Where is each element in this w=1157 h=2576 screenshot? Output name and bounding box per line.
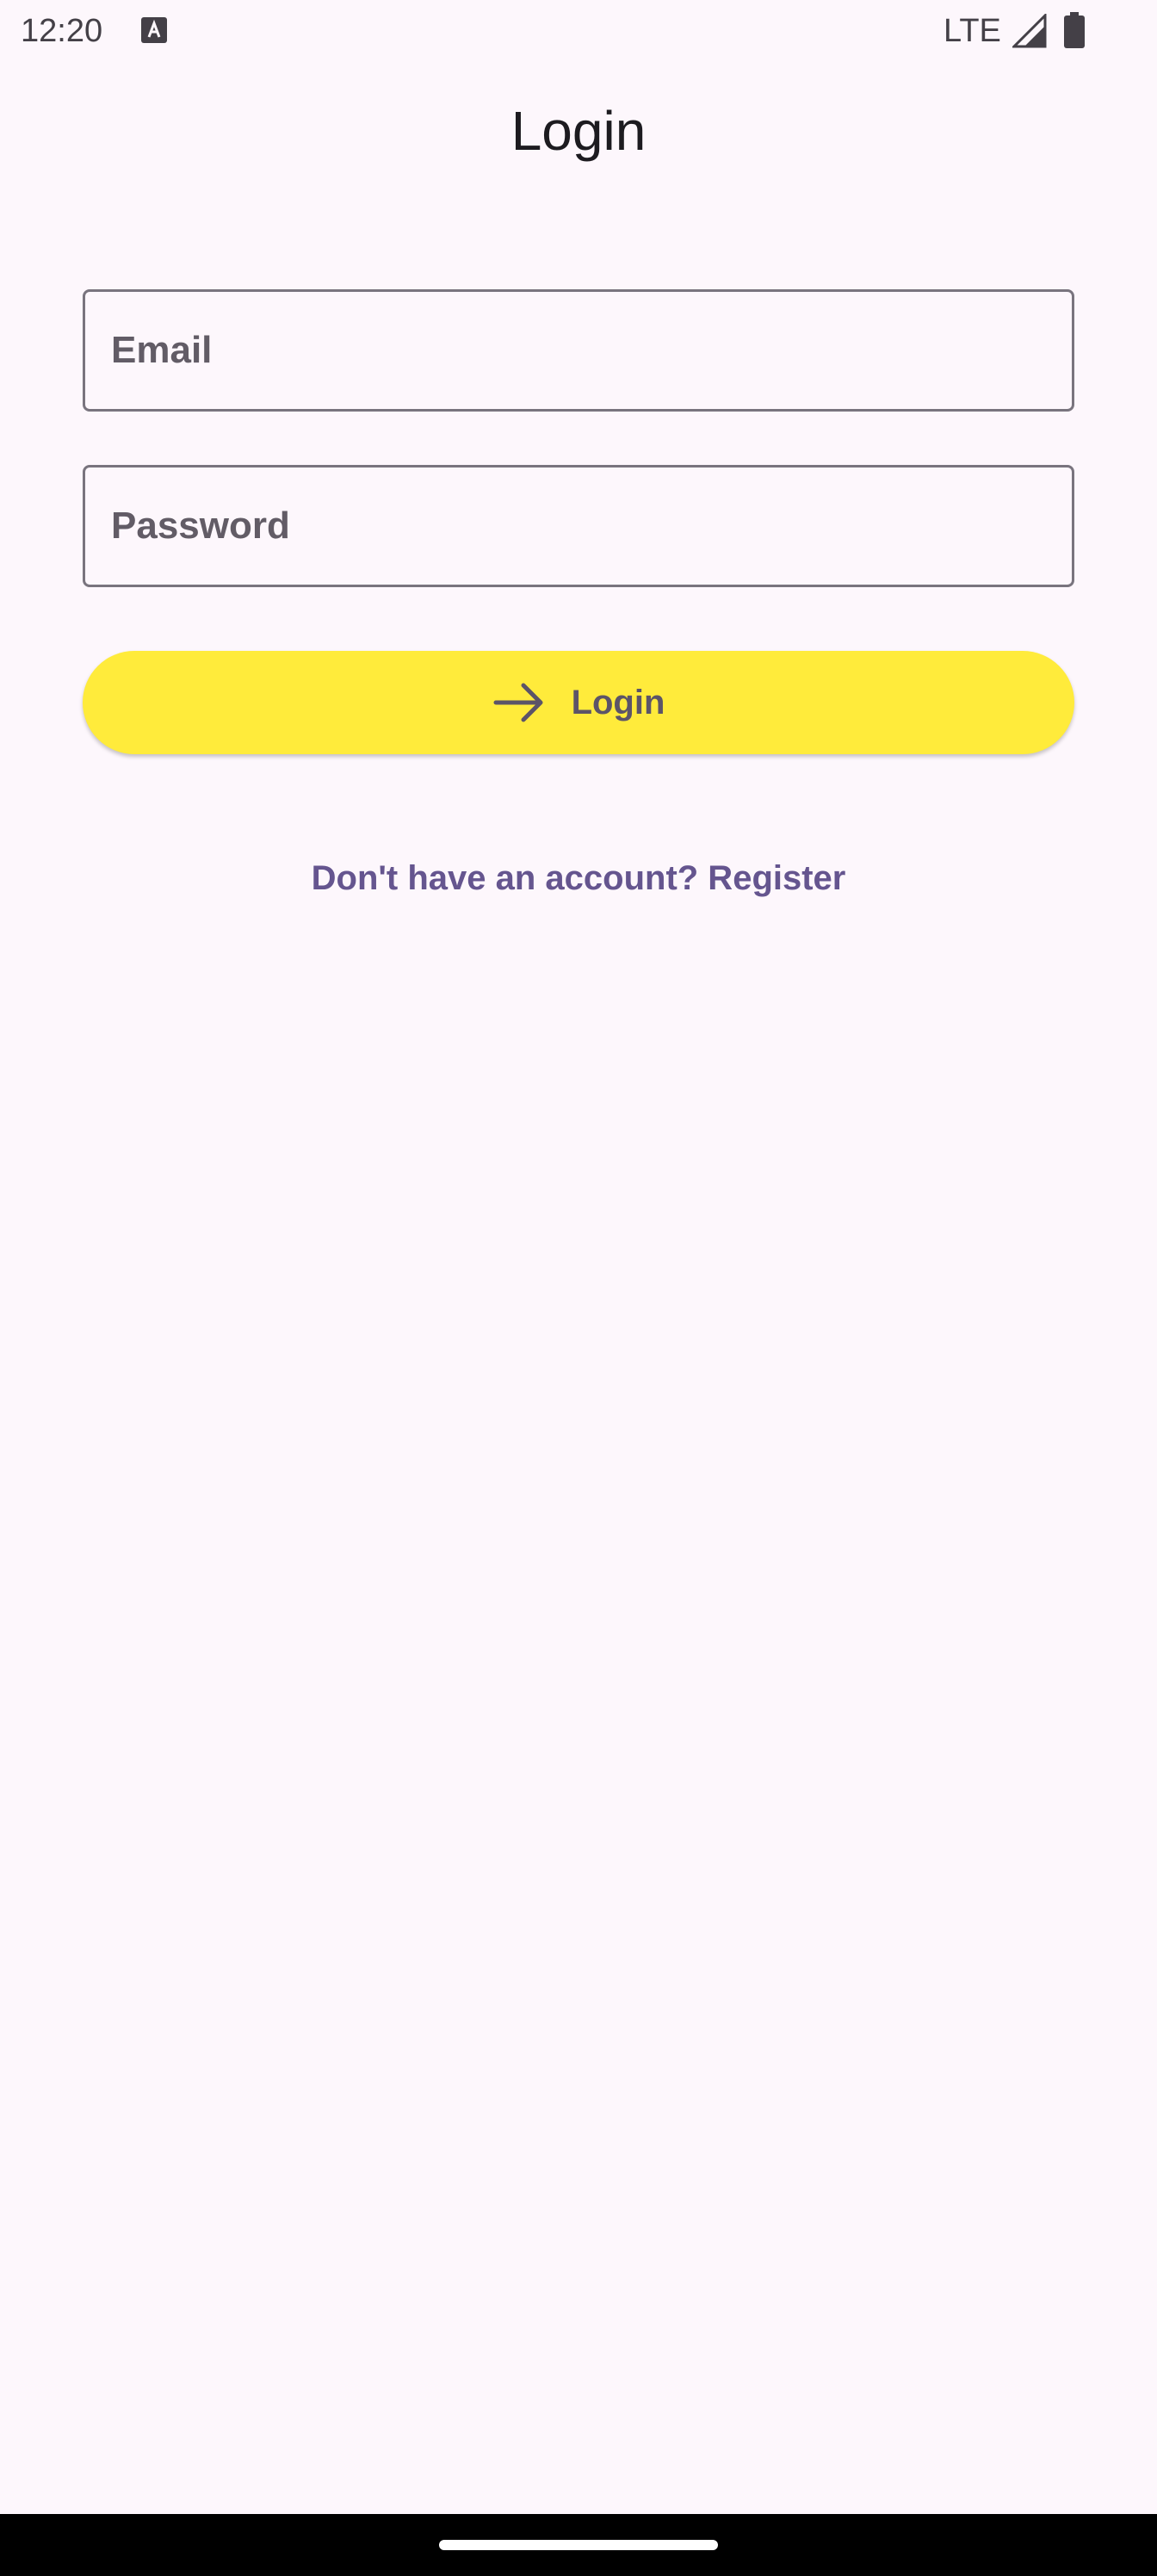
register-link[interactable]: Don't have an account? Register <box>0 854 1157 902</box>
arrow-right-icon <box>493 683 543 722</box>
email-field[interactable] <box>83 289 1074 412</box>
status-time: 12:20 <box>21 13 103 49</box>
home-gesture-handle[interactable] <box>439 2540 718 2550</box>
password-field[interactable] <box>83 465 1074 587</box>
email-input[interactable] <box>85 292 1072 409</box>
login-button-label: Login <box>571 683 665 721</box>
battery-icon <box>1064 12 1085 48</box>
page-title: Login <box>510 100 647 162</box>
login-button[interactable]: Login <box>83 651 1074 754</box>
navigation-bar <box>0 2514 1157 2576</box>
keyboard-a-icon <box>141 17 167 43</box>
status-bar: 12:20 LTE <box>0 0 1157 62</box>
password-input[interactable] <box>85 468 1072 585</box>
network-type: LTE <box>944 13 1001 49</box>
signal-icon <box>1012 14 1047 48</box>
